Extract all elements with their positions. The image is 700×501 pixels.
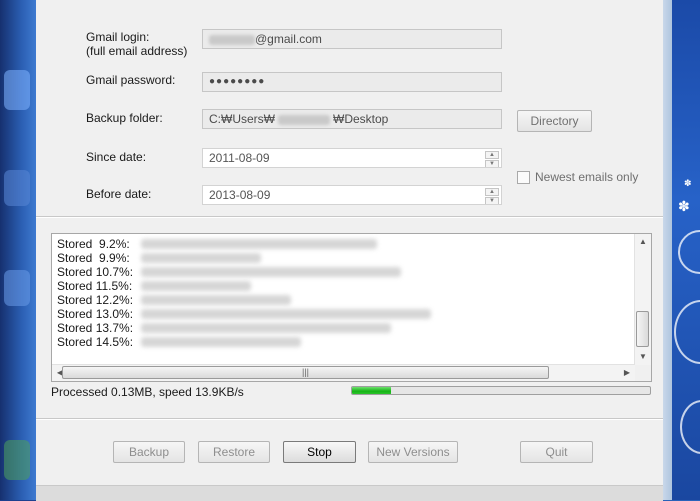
before-date-value: 2013-08-09 [209, 188, 271, 202]
desktop-icon [4, 170, 30, 206]
log-line: Stored 14.5%: [57, 335, 431, 349]
before-date-label: Before date: [86, 187, 152, 201]
gmail-password-field[interactable]: ●●●●●●●● [202, 72, 502, 92]
redacted-log-path [141, 253, 261, 263]
log-line: Stored 13.7%: [57, 321, 431, 335]
progress-fill [352, 387, 391, 394]
progress-bar [351, 386, 651, 395]
desktop-icon [4, 70, 30, 110]
flower-icon: ✽ [684, 178, 692, 188]
before-date-picker[interactable]: 2013-08-09 ▲ ▼ [202, 185, 502, 205]
log-line-label: Stored 9.2%: [57, 237, 130, 251]
separator [36, 418, 663, 420]
horizontal-scroll-thumb[interactable]: ||| [62, 366, 549, 379]
redacted-log-path [141, 309, 431, 319]
gmail-login-label: Gmail login: (full email address) [86, 30, 188, 58]
spin-down-icon[interactable]: ▼ [485, 160, 499, 167]
backup-button[interactable]: Backup [113, 441, 185, 463]
horizontal-scrollbar[interactable]: ◀ ||| ▶ [52, 364, 635, 381]
flower-icon: ✽ [678, 198, 690, 214]
redacted-log-path [141, 239, 377, 249]
log-line: Stored 10.7%: [57, 265, 431, 279]
scroll-down-icon[interactable]: ▼ [635, 349, 651, 365]
log-line-label: Stored 9.9%: [57, 251, 130, 265]
log-line: Stored 9.9%: [57, 251, 431, 265]
vertical-scrollbar[interactable]: ▲ ▼ [634, 234, 651, 365]
spin-up-icon[interactable]: ▲ [485, 151, 499, 159]
since-date-value: 2011-08-09 [209, 151, 270, 165]
desktop-background-left [0, 0, 36, 500]
log-line-label: Stored 13.0%: [57, 307, 134, 321]
spin-down-icon[interactable]: ▼ [485, 197, 499, 204]
app-window: Gmail login: (full email address) @gmail… [36, 0, 664, 501]
redacted-log-path [141, 337, 301, 347]
vertical-scroll-thumb[interactable] [636, 311, 649, 347]
redacted-log-path [141, 323, 391, 333]
log-line-label: Stored 10.7%: [57, 265, 134, 279]
status-text: Processed 0.13MB, speed 13.9KB/s [51, 385, 244, 399]
log-output[interactable]: Stored 9.2%: Stored 9.9%: Stored 10.7%: Sto… [51, 233, 652, 382]
log-line-label: Stored 11.5%: [57, 279, 133, 293]
restore-button[interactable]: Restore [198, 441, 270, 463]
scrollbar-corner [635, 365, 651, 381]
new-versions-button[interactable]: New Versions [368, 441, 458, 463]
redacted-log-path [141, 281, 251, 291]
log-line-label: Stored 12.2%: [57, 293, 134, 307]
desktop-background-right: ✽ ✽ [672, 0, 700, 500]
backup-folder-label: Backup folder: [86, 111, 163, 125]
newest-emails-only-option[interactable]: Newest emails only [517, 170, 638, 184]
redacted-log-path [141, 267, 401, 277]
separator [36, 216, 663, 218]
log-line-label: Stored 14.5%: [57, 335, 134, 349]
gmail-password-label: Gmail password: [86, 73, 176, 87]
log-line-label: Stored 13.7%: [57, 321, 134, 335]
log-line: Stored 11.5%: [57, 279, 431, 293]
gmail-login-field[interactable]: @gmail.com [202, 29, 502, 49]
redacted-username [209, 34, 255, 45]
directory-button[interactable]: Directory [517, 110, 592, 132]
backup-folder-field[interactable]: C:₩Users₩ ₩Desktop [202, 109, 502, 129]
scroll-right-icon[interactable]: ▶ [619, 365, 635, 381]
newest-emails-only-label: Newest emails only [535, 170, 639, 184]
newest-emails-only-checkbox[interactable] [517, 170, 530, 184]
before-date-spinner[interactable]: ▲ ▼ [485, 188, 499, 204]
redacted-username [278, 114, 330, 125]
since-date-spinner[interactable]: ▲ ▼ [485, 151, 499, 167]
window-frame-right [663, 0, 672, 500]
log-line: Stored 12.2%: [57, 293, 431, 307]
since-date-picker[interactable]: 2011-08-09 ▲ ▼ [202, 148, 502, 168]
log-line: Stored 13.0%: [57, 307, 431, 321]
redacted-log-path [141, 295, 291, 305]
stop-button[interactable]: Stop [283, 441, 356, 463]
desktop-icon [4, 440, 30, 480]
window-bottom-strip [36, 485, 663, 501]
desktop-icon [4, 270, 30, 306]
log-lines: Stored 9.2%: Stored 9.9%: Stored 10.7%: Sto… [57, 237, 431, 349]
spin-up-icon[interactable]: ▲ [485, 188, 499, 196]
log-line: Stored 9.2%: [57, 237, 431, 251]
quit-button[interactable]: Quit [520, 441, 593, 463]
scroll-up-icon[interactable]: ▲ [635, 234, 651, 250]
since-date-label: Since date: [86, 150, 147, 164]
